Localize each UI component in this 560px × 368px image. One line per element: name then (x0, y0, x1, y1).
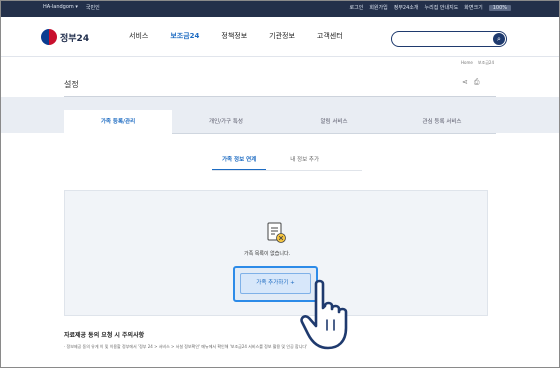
login-link[interactable]: 로그인 (350, 4, 364, 11)
breadcrumb-home[interactable]: Home (461, 60, 473, 66)
gov-bar-left: HA-landgom ▾ 국민인 (43, 4, 100, 11)
breadcrumb-current[interactable]: 보조금24 (478, 60, 494, 66)
tab-household-traits[interactable]: 개인/가구 특성 (172, 110, 280, 134)
language-selector[interactable]: HA-landgom ▾ (43, 4, 78, 11)
zoom-control[interactable]: 100% (488, 4, 511, 11)
gov-bar-right: 로그인 회원가입 정부24소개 누리집 안내지도 화면크기 100% (350, 4, 511, 11)
nav-item-services[interactable]: 서비스 (129, 31, 148, 41)
subtab-divider (212, 170, 362, 171)
share-icon[interactable]: ⋖ (462, 78, 468, 87)
search-icon[interactable]: ⌕ (493, 33, 505, 45)
site-header: 정부24 서비스 보조금24 정책정보 기관정보 고객센터 ⌕ (1, 17, 559, 57)
tab-family-management[interactable]: 가족 등록/관리 (64, 110, 172, 134)
logo-text: 정부24 (60, 33, 90, 44)
taegeuk-logo-icon (41, 29, 57, 45)
nav-item-support[interactable]: 고객센터 (317, 31, 343, 41)
empty-state-message: 가족 목록이 없습니다. (244, 251, 291, 257)
title-actions: ⋖ ⎙ (462, 78, 479, 87)
about-link[interactable]: 정부24소개 (394, 4, 419, 11)
main-nav: 서비스 보조금24 정책정보 기관정보 고객센터 (129, 31, 343, 41)
subtab-my-info[interactable]: 내 정보 추가 (280, 155, 329, 170)
nav-item-policy[interactable]: 정책정보 (221, 31, 247, 41)
nav-item-subsidy24[interactable]: 보조금24 (170, 31, 199, 41)
text-size-label: 화면크기 (464, 5, 483, 11)
nav-item-agency[interactable]: 기관정보 (269, 31, 295, 41)
gov-bar-link[interactable]: 국민인 (86, 4, 100, 11)
tab-interest-service[interactable]: 관심 등록 서비스 (388, 110, 496, 134)
pointing-hand-icon (300, 279, 348, 350)
settings-tabs: 가족 등록/관리 개인/가구 특성 알림 서비스 관심 등록 서비스 (64, 110, 496, 134)
site-logo[interactable]: 정부24 (41, 29, 89, 45)
signup-link[interactable]: 회원가입 (369, 4, 387, 11)
empty-document-icon (267, 222, 286, 243)
government-top-bar: HA-landgom ▾ 국민인 로그인 회원가입 정부24소개 누리집 안내지… (1, 1, 559, 17)
notice-title: 자료제공 동의 요청 시 주의사항 (64, 332, 145, 339)
subtab-family-link[interactable]: 가족 정보 연계 (212, 155, 267, 170)
search-input[interactable]: ⌕ (391, 31, 507, 47)
tab-notification-service[interactable]: 알림 서비스 (280, 110, 388, 134)
page-title: 설정 (64, 80, 79, 89)
sitemap-link[interactable]: 누리집 안내지도 (425, 4, 459, 11)
breadcrumb: Home 보조금24 (461, 60, 494, 66)
subtabs: 가족 정보 연계 내 정보 추가 (212, 155, 329, 170)
notice-body: · 정보제공 동의 유게 이 및 이용할 정부에서 '정부 24 > 서비스 >… (64, 344, 308, 349)
print-icon[interactable]: ⎙ (474, 78, 480, 87)
